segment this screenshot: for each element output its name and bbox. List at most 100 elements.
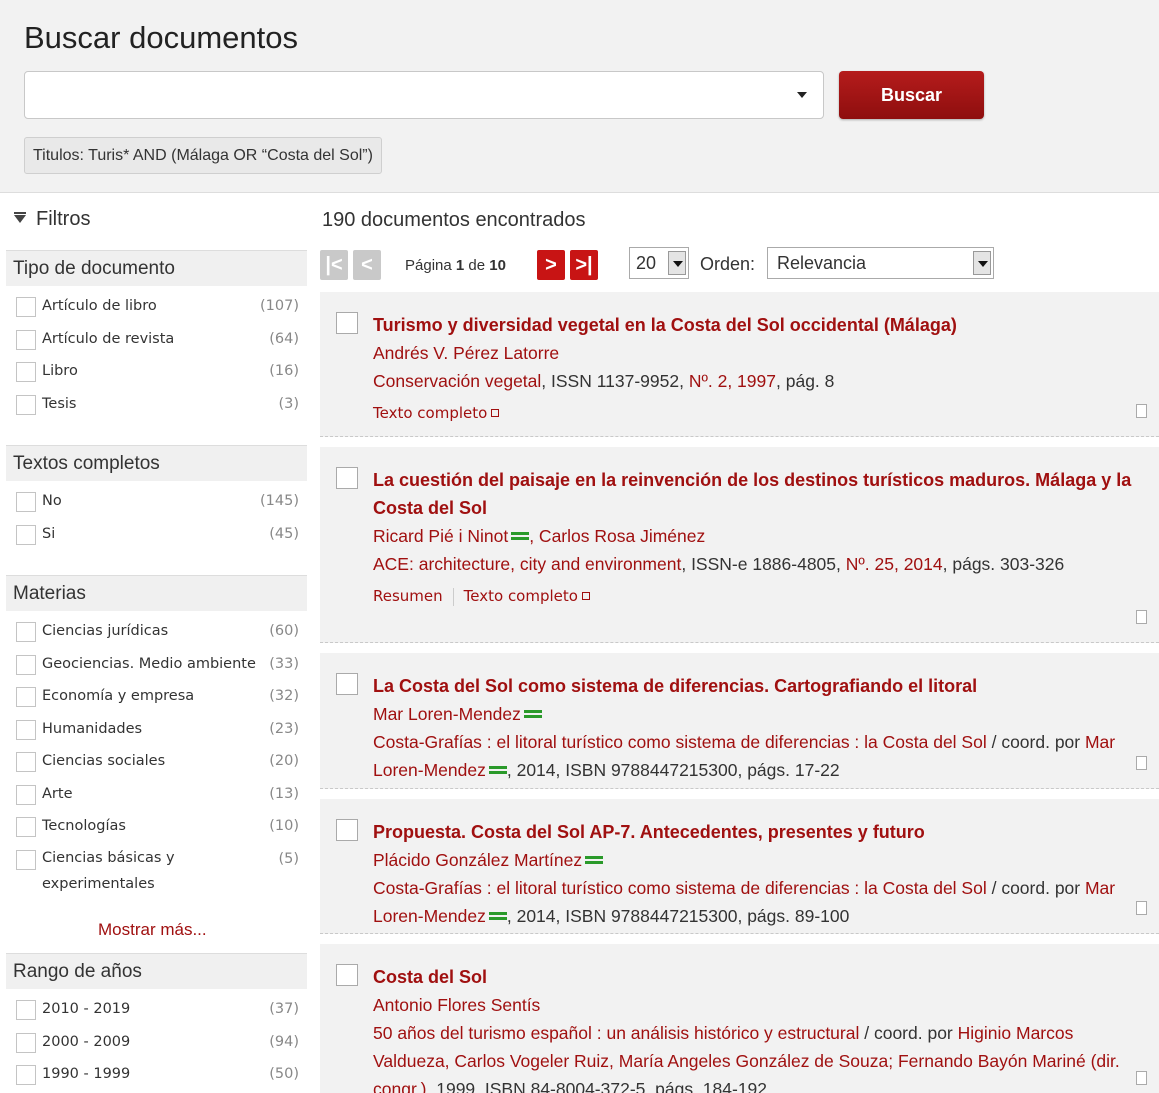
- checkbox[interactable]: [16, 784, 36, 805]
- author-network-icon[interactable]: [523, 710, 542, 718]
- order-label: Orden:: [700, 254, 756, 274]
- document-icon[interactable]: [1136, 610, 1147, 624]
- document-icon[interactable]: [1136, 901, 1147, 915]
- filter-group-textos: Textos completos No (145) Si (45): [6, 445, 307, 551]
- result-source: Costa-Grafías : el litoral turístico com…: [373, 878, 1116, 926]
- search-button[interactable]: Buscar: [839, 71, 984, 119]
- filter-item[interactable]: Artículo de revista (64): [6, 324, 307, 357]
- next-page-button[interactable]: >: [537, 250, 565, 280]
- result-checkbox[interactable]: [336, 964, 358, 986]
- chevron-left-icon: <: [361, 254, 373, 276]
- chevron-down-icon[interactable]: [797, 92, 807, 98]
- filter-item[interactable]: Libro (16): [6, 356, 307, 389]
- result-author[interactable]: Andrés V. Pérez Latorre: [373, 343, 559, 363]
- external-link-icon: [491, 409, 500, 417]
- first-page-button[interactable]: |<: [320, 250, 348, 280]
- filter-group-materias: Materias Ciencias jurídicas (60) Geocienc…: [6, 575, 307, 910]
- filter-item[interactable]: Geociencias. Medio ambiente (33): [6, 649, 307, 682]
- results-list: Turismo y diversidad vegetal en la Costa…: [320, 292, 1159, 1093]
- author-network-icon[interactable]: [488, 766, 507, 774]
- last-page-button[interactable]: >|: [570, 250, 598, 280]
- result-checkbox[interactable]: [336, 819, 358, 841]
- author-network-icon[interactable]: [585, 856, 604, 864]
- result-checkbox[interactable]: [336, 467, 358, 489]
- filter-item[interactable]: Si (45): [6, 519, 307, 552]
- filters-sidebar: Filtros Tipo de documento Artículo de li…: [0, 194, 307, 1093]
- result-item: La Costa del Sol como sistema de diferen…: [320, 653, 1159, 789]
- order-select[interactable]: Relevancia: [767, 247, 994, 279]
- page-indicator: Página 1 de 10: [405, 257, 506, 274]
- result-source: Conservación vegetal, ISSN 1137-9952, Nº…: [373, 371, 835, 391]
- result-checkbox[interactable]: [336, 312, 358, 334]
- filter-item[interactable]: Economía y empresa (32): [6, 681, 307, 714]
- checkbox[interactable]: [16, 1065, 36, 1085]
- filter-item[interactable]: Tecnologías (10): [6, 811, 307, 844]
- checkbox[interactable]: [16, 362, 36, 382]
- full-text-link[interactable]: Texto completo: [464, 587, 590, 605]
- result-title[interactable]: Costa del Sol: [373, 963, 1139, 991]
- result-checkbox[interactable]: [336, 673, 358, 695]
- checkbox[interactable]: [16, 1000, 36, 1020]
- checkbox[interactable]: [16, 719, 36, 740]
- checkbox[interactable]: [16, 492, 36, 512]
- prev-page-button[interactable]: <: [353, 250, 381, 280]
- checkbox[interactable]: [16, 752, 36, 772]
- author-network-icon[interactable]: [511, 532, 530, 540]
- checkbox[interactable]: [16, 622, 36, 642]
- filter-item[interactable]: No (145): [6, 486, 307, 519]
- checkbox[interactable]: [16, 394, 36, 415]
- filter-item[interactable]: Ciencias sociales (20): [6, 746, 307, 779]
- filter-group-tipo: Tipo de documento Artículo de libro (107)…: [6, 250, 307, 421]
- results-panel: 190 documentos encontrados |< < Página 1…: [320, 194, 1159, 1093]
- results-count: 190 documentos encontrados: [322, 209, 586, 231]
- funnel-icon: [14, 212, 26, 223]
- checkbox[interactable]: [16, 524, 36, 545]
- result-item: La cuestión del paisaje en la reinvenció…: [320, 447, 1159, 643]
- document-icon[interactable]: [1136, 756, 1147, 770]
- checkbox[interactable]: [16, 687, 36, 707]
- result-links: Texto completo: [373, 399, 1139, 427]
- result-item: Costa del Sol Antonio Flores Sentís 50 a…: [320, 944, 1159, 1093]
- result-title[interactable]: La Costa del Sol como sistema de diferen…: [373, 672, 1139, 700]
- filter-group-title: Textos completos: [6, 445, 307, 481]
- filter-item[interactable]: Arte (13): [6, 779, 307, 812]
- filter-item[interactable]: 2010 - 2019 (37): [6, 994, 307, 1027]
- result-author[interactable]: Plácido González Martínez: [373, 850, 582, 870]
- filter-item[interactable]: Ciencias básicas y experimentales (5): [6, 844, 307, 910]
- chevron-down-icon[interactable]: [973, 251, 991, 275]
- document-icon[interactable]: [1136, 1071, 1147, 1085]
- result-title[interactable]: La cuestión del paisaje en la reinvenció…: [373, 466, 1139, 522]
- full-text-link[interactable]: Texto completo: [373, 404, 500, 422]
- filter-item[interactable]: Humanidades (23): [6, 714, 307, 747]
- summary-link[interactable]: Resumen: [373, 587, 443, 605]
- chevron-down-icon[interactable]: [668, 251, 686, 275]
- result-title[interactable]: Propuesta. Costa del Sol AP-7. Anteceden…: [373, 818, 1139, 846]
- filter-item[interactable]: 1990 - 1999 (50): [6, 1059, 307, 1092]
- author-network-icon[interactable]: [488, 912, 507, 920]
- per-page-select[interactable]: 20: [629, 247, 689, 279]
- checkbox[interactable]: [16, 849, 36, 870]
- result-title[interactable]: Turismo y diversidad vegetal en la Costa…: [373, 311, 1139, 339]
- checkbox[interactable]: [16, 329, 36, 350]
- result-source: ACE: architecture, city and environment,…: [373, 554, 1065, 574]
- filter-item[interactable]: Artículo de libro (107): [6, 291, 307, 324]
- document-icon[interactable]: [1136, 404, 1147, 418]
- search-header: Buscar documentos Buscar Titulos: Turis*…: [0, 0, 1159, 193]
- show-more-link[interactable]: Mostrar más...: [98, 920, 207, 940]
- filter-item[interactable]: 2000 - 2009 (94): [6, 1027, 307, 1060]
- filter-item[interactable]: Ciencias jurídicas (60): [6, 616, 307, 649]
- result-links: Resumen Texto completo: [373, 582, 1139, 610]
- checkbox[interactable]: [16, 297, 36, 317]
- result-author[interactable]: Ricard Pié i Ninot: [373, 526, 508, 546]
- result-source: 50 años del turismo español : un análisi…: [373, 1023, 1120, 1093]
- result-author[interactable]: , Carlos Rosa Jiménez: [529, 526, 705, 546]
- checkbox[interactable]: [16, 817, 36, 837]
- result-author[interactable]: Mar Loren-Mendez: [373, 704, 521, 724]
- query-tag[interactable]: Titulos: Turis* AND (Málaga OR “Costa de…: [24, 137, 382, 174]
- checkbox[interactable]: [16, 654, 36, 675]
- search-input[interactable]: [24, 71, 824, 119]
- external-link-icon: [581, 592, 590, 600]
- filter-item[interactable]: Tesis (3): [6, 389, 307, 422]
- checkbox[interactable]: [16, 1032, 36, 1053]
- result-author[interactable]: Antonio Flores Sentís: [373, 995, 540, 1015]
